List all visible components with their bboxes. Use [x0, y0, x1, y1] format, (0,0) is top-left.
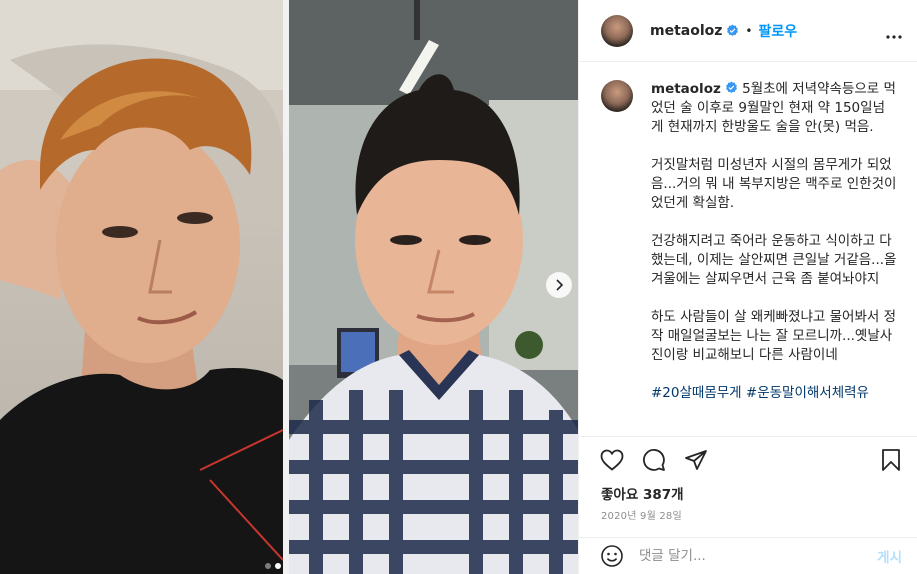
photo-after-illustration — [289, 0, 578, 574]
caption-paragraph: metaoloz 5월초에 저녁약속등으로 먹었던 술 이후로 9월말인 현재 … — [651, 80, 897, 137]
post-detail-panel: metaoloz • 팔로우 metaoloz 5월초에 저녁약속등으로 먹었던… — [578, 0, 917, 574]
share-button[interactable] — [683, 447, 709, 473]
verified-badge-icon — [726, 24, 739, 37]
caption-text-2: 거짓말처럼 미성년자 시절의 몸무게가 되었음...거의 뭐 내 복부지방은 맥… — [651, 157, 897, 211]
post-photo-before — [0, 0, 283, 574]
bookmark-icon — [882, 449, 900, 471]
post-photo-after — [289, 0, 578, 574]
header-separator: • — [745, 23, 753, 38]
chevron-right-icon — [556, 279, 564, 291]
carousel-dot — [275, 563, 281, 569]
paper-plane-icon — [685, 450, 707, 470]
caption-text-4: 하도 사람들이 살 왜케빠졌냐고 물어봐서 정작 매일얼굴보는 나는 잘 모르니… — [651, 309, 897, 363]
caption-username[interactable]: metaoloz — [651, 81, 721, 97]
smiley-icon — [601, 545, 623, 567]
avatar[interactable] — [601, 14, 633, 47]
like-button[interactable] — [599, 447, 625, 473]
post-date[interactable]: 2020년 9월 28일 — [601, 507, 682, 522]
caption-body: metaoloz 5월초에 저녁약속등으로 먹었던 술 이후로 9월말인 현재 … — [651, 80, 897, 422]
photo-before-illustration — [0, 0, 283, 574]
follow-button[interactable]: 팔로우 — [758, 21, 797, 41]
likes-count[interactable]: 좋아요 387개 — [601, 483, 684, 503]
comments-scroll-area[interactable]: metaoloz 5월초에 저녁약속등으로 먹었던 술 이후로 9월말인 현재 … — [579, 62, 917, 436]
caption-hashtags[interactable]: #20살때몸무게 #운동말이해서체력유 — [651, 384, 897, 403]
emoji-button[interactable] — [599, 543, 625, 569]
post-media-carousel[interactable] — [0, 0, 578, 574]
caption: metaoloz 5월초에 저녁약속등으로 먹었던 술 이후로 9월말인 현재 … — [601, 80, 902, 422]
comment-form: 게시 — [579, 537, 917, 574]
header-username[interactable]: metaoloz — [650, 23, 722, 39]
post-actions: 좋아요 387개 2020년 9월 28일 — [579, 436, 917, 546]
more-options-icon[interactable] — [886, 24, 902, 43]
carousel-dot — [265, 563, 271, 569]
save-button[interactable] — [878, 447, 904, 473]
verified-badge-icon — [725, 81, 738, 94]
carousel-indicator — [265, 563, 281, 569]
comment-input[interactable] — [639, 548, 859, 564]
action-icons — [599, 447, 709, 473]
post-header: metaoloz • 팔로우 — [579, 0, 917, 62]
carousel-next-button[interactable] — [546, 272, 572, 298]
post-comment-button[interactable]: 게시 — [877, 546, 902, 566]
heart-icon — [600, 449, 624, 471]
caption-avatar[interactable] — [601, 80, 633, 112]
comment-button[interactable] — [641, 447, 667, 473]
comment-icon — [643, 449, 665, 471]
caption-text-3: 건강해지려고 죽어라 운동하고 식이하고 다했는데, 이제는 살안찌면 큰일날 … — [651, 233, 897, 287]
